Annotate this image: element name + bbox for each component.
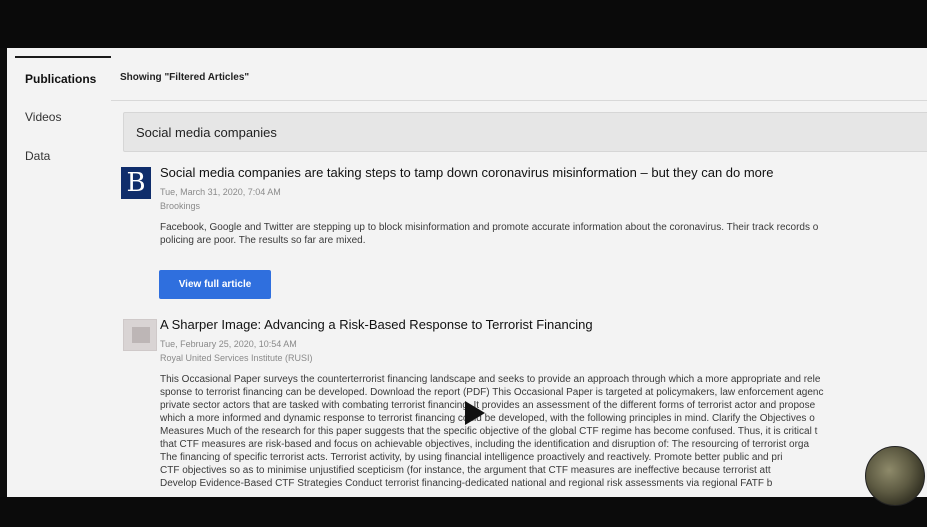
logo-letter: B — [126, 168, 146, 198]
header-divider — [111, 100, 927, 101]
avatar — [865, 446, 925, 506]
video-top-bar — [0, 0, 927, 48]
sidebar-item-publications[interactable]: Publications — [25, 72, 96, 86]
article-source: Royal United Services Institute (RUSI) — [160, 353, 313, 363]
view-full-article-button[interactable]: View full article — [159, 270, 271, 299]
app-screen: Publications Videos Data Showing "Filter… — [7, 48, 927, 497]
article-source: Brookings — [160, 201, 201, 211]
brookings-logo: B — [121, 167, 151, 199]
main-content: Showing "Filtered Articles" B Social med… — [111, 48, 927, 497]
search-input[interactable] — [123, 112, 927, 152]
article-summary: Facebook, Google and Twitter are steppin… — [160, 222, 819, 246]
sidebar-item-data[interactable]: Data — [25, 149, 50, 163]
play-icon[interactable] — [465, 401, 485, 425]
article-summary: This Occasional Paper surveys the counte… — [160, 374, 824, 489]
filter-status-text: Showing "Filtered Articles" — [120, 72, 250, 83]
article-title[interactable]: A Sharper Image: Advancing a Risk-Based … — [160, 317, 593, 332]
rusi-logo — [123, 319, 157, 351]
active-tab-indicator — [15, 56, 111, 58]
article-title[interactable]: Social media companies are taking steps … — [160, 165, 773, 180]
sidebar-item-videos[interactable]: Videos — [25, 110, 61, 124]
article-date: Tue, February 25, 2020, 10:54 AM — [160, 339, 297, 349]
rusi-logo-mark — [132, 327, 150, 343]
sidebar: Publications Videos Data — [7, 48, 111, 497]
video-bottom-bar — [0, 497, 927, 527]
article-date: Tue, March 31, 2020, 7:04 AM — [160, 187, 281, 197]
